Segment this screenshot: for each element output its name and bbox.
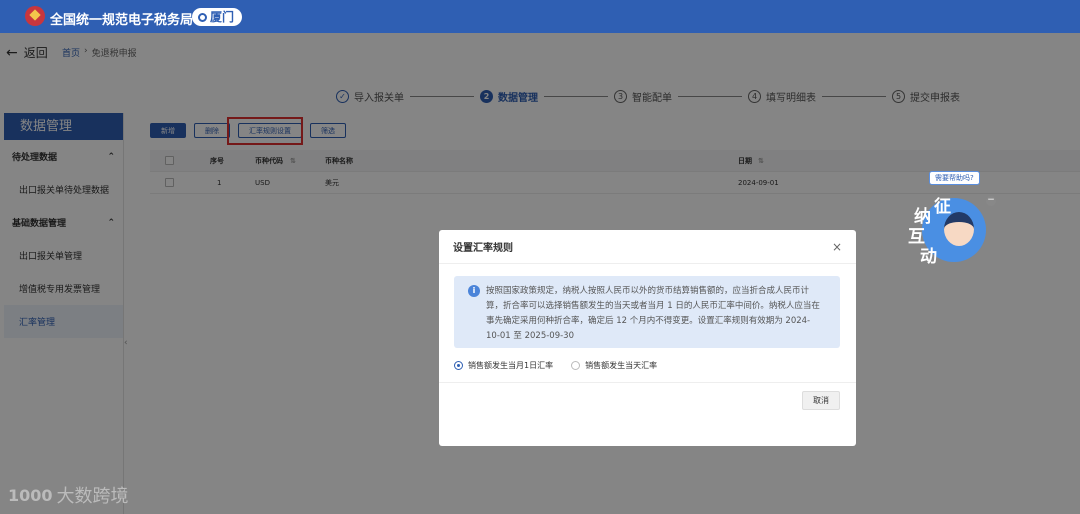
top-bar: 全国统一规范电子税务局 厦门 [0,0,1080,33]
option-label: 销售额发生当月1日汇率 [468,361,554,370]
location-pin-icon [198,12,207,22]
radio-unselected[interactable] [571,361,581,370]
rate-rule-dialog: 设置汇率规则 × i 按照国家政策规定，纳税人按照人民币以外的货币结算销售额的，… [439,230,856,446]
dialog-title: 设置汇率规则 [453,243,513,254]
assistant-face [944,212,974,246]
close-icon[interactable]: × [832,240,842,254]
assistant-avatar[interactable]: 征 纳 互 动 [908,197,986,267]
dialog-footer: 取消 [439,382,856,446]
watermark-text: 大数跨境 [56,486,129,507]
help-bubble[interactable]: 需要帮助吗? [929,171,980,185]
notice-line: 按照国家政策规定，纳税人按照人民币以外的货币结算销售额的，应当折合成人民币计 [486,286,810,296]
rate-option-group: 销售额发生当月1日汇率 销售额发生当天汇率 [454,360,657,371]
watermark-logo: 1000 [8,485,53,505]
assistant-char: 动 [920,247,937,267]
notice-line: 事先确定采用何种折合率，确定后 12 个月内不得变更。设置汇率规则有效期为 20… [486,316,811,326]
cancel-button[interactable]: 取消 [802,391,840,410]
city-selector[interactable]: 厦门 [192,8,243,26]
tax-emblem-icon [25,6,45,26]
minimize-icon[interactable]: − [986,196,996,206]
notice-line: 算，折合率可以选择销售额发生的当天或者当月 1 日的人民币汇率中间价。纳税人应当… [486,301,820,311]
site-title: 全国统一规范电子税务局 [50,13,194,28]
radio-selected[interactable] [454,361,463,370]
info-icon: i [468,285,480,297]
option-same-day-rate[interactable]: 销售额发生当天汇率 [571,360,657,371]
watermark: 1000 大数跨境 [8,482,129,508]
dialog-header: 设置汇率规则 × [439,230,856,264]
assistant-char: 征 [934,197,951,217]
policy-notice: i 按照国家政策规定，纳税人按照人民币以外的货币结算销售额的，应当折合成人民币计… [454,276,840,348]
option-label: 销售额发生当天汇率 [585,361,658,370]
option-first-day-rate[interactable]: 销售额发生当月1日汇率 [454,360,553,371]
notice-line: 10-01 至 2025-09-30 [486,331,575,341]
city-label: 厦门 [210,10,235,24]
